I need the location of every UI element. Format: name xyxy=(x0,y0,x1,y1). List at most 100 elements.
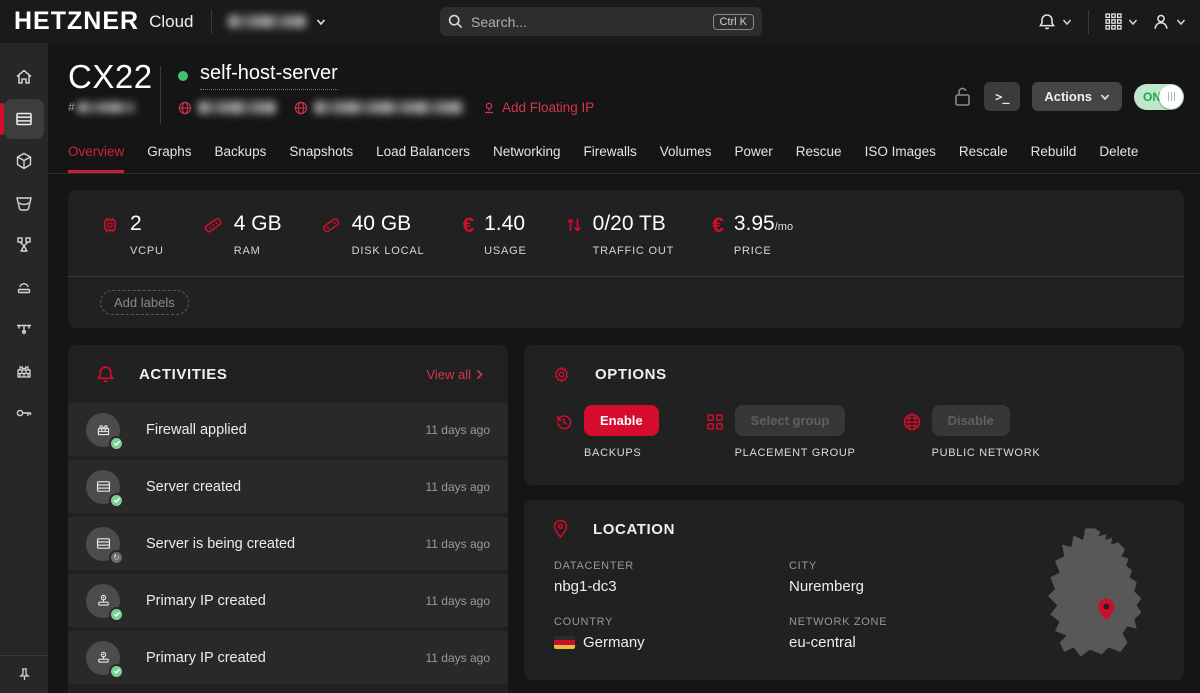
project-selector[interactable] xyxy=(228,15,326,28)
search-input[interactable]: Search... Ctrl K xyxy=(440,7,762,36)
globe-icon xyxy=(902,412,922,432)
search-icon xyxy=(448,14,463,29)
select-placement-group-button[interactable]: Select group xyxy=(735,405,846,436)
tab-rebuild[interactable]: Rebuild xyxy=(1031,144,1077,173)
activity-row[interactable]: Server created 11 days ago xyxy=(68,460,508,513)
sidebar-item-volumes[interactable] xyxy=(4,141,44,181)
activity-row[interactable]: Primary IP created 11 days ago xyxy=(68,631,508,684)
sidebar-item-load-balancers[interactable] xyxy=(4,225,44,265)
divider xyxy=(1088,10,1089,34)
activity-time: 11 days ago xyxy=(426,537,491,551)
tab-firewalls[interactable]: Firewalls xyxy=(583,144,636,173)
ipv6-address[interactable] xyxy=(294,101,464,115)
hetzner-cloud-console: HETZNER Cloud Search... Ctrl K xyxy=(0,0,1200,693)
sidebar-item-firewalls[interactable] xyxy=(4,351,44,391)
sidebar-item-security[interactable] xyxy=(4,393,44,433)
location-title: LOCATION xyxy=(593,521,675,538)
tab-delete[interactable]: Delete xyxy=(1099,144,1138,173)
tab-rescue[interactable]: Rescue xyxy=(796,144,842,173)
add-floating-ip-label: Add Floating IP xyxy=(502,100,594,115)
activity-time: 11 days ago xyxy=(426,480,491,494)
ipv4-address[interactable] xyxy=(178,101,276,115)
load-balancers-icon xyxy=(14,235,34,255)
option-backups: Enable BACKUPS xyxy=(554,405,659,459)
activity-row[interactable]: Firewall applied 11 days ago xyxy=(68,403,508,456)
chevron-down-icon xyxy=(1176,17,1186,27)
server-id-redacted xyxy=(77,102,135,113)
option-public-network: Disable PUBLIC NETWORK xyxy=(902,405,1041,459)
option-placement-group: Select group PLACEMENT GROUP xyxy=(705,405,856,459)
account-menu[interactable] xyxy=(1152,13,1186,31)
chevron-down-icon xyxy=(1062,17,1072,27)
actions-button[interactable]: Actions xyxy=(1032,82,1122,111)
topbar: HETZNER Cloud Search... Ctrl K xyxy=(0,0,1200,43)
sidebar-item-floating-ips[interactable] xyxy=(4,267,44,307)
tab-iso-images[interactable]: ISO Images xyxy=(865,144,936,173)
germany-flag-icon xyxy=(554,636,575,649)
activity-row[interactable]: Primary IP created 11 days ago xyxy=(68,574,508,627)
tab-volumes[interactable]: Volumes xyxy=(660,144,712,173)
add-floating-ip-link[interactable]: Add Floating IP xyxy=(482,100,594,115)
activity-row[interactable]: ↻ Server is being created 11 days ago xyxy=(68,517,508,570)
search-shortcut-badge: Ctrl K xyxy=(713,14,755,30)
add-labels-button[interactable]: Add labels xyxy=(100,290,189,315)
server-id: # xyxy=(68,100,153,114)
console-button[interactable]: >_ xyxy=(984,82,1020,111)
primary-ip-icon xyxy=(95,592,112,609)
stat-suffix: /mo xyxy=(775,221,793,233)
stat-value: 3.95 xyxy=(734,212,775,235)
notifications-menu[interactable] xyxy=(1038,13,1072,31)
euro-icon: € xyxy=(712,215,724,257)
lock-unlocked-icon[interactable] xyxy=(953,86,972,108)
sidebar-pin-toggle[interactable] xyxy=(0,655,48,693)
activity-avatar: ↻ xyxy=(86,527,120,561)
tab-networking[interactable]: Networking xyxy=(493,144,561,173)
field-label: DATACENTER xyxy=(554,560,789,572)
tab-load-balancers[interactable]: Load Balancers xyxy=(376,144,470,173)
activity-avatar xyxy=(86,641,120,675)
apps-menu[interactable] xyxy=(1105,13,1138,30)
hetzner-logo[interactable]: HETZNER xyxy=(14,7,139,36)
activity-avatar xyxy=(86,413,120,447)
sidebar-item-servers[interactable] xyxy=(4,99,44,139)
server-name[interactable]: self-host-server xyxy=(200,62,338,90)
globe-icon xyxy=(178,101,192,115)
search-placeholder: Search... xyxy=(471,14,713,30)
chevron-right-icon xyxy=(475,369,484,380)
field-value: nbg1-dc3 xyxy=(554,578,789,595)
sidebar-item-home[interactable] xyxy=(4,57,44,97)
field-network-zone: NETWORK ZONE eu-central xyxy=(789,616,1024,651)
sidebar-item-storage-buckets[interactable] xyxy=(4,183,44,223)
cloud-label: Cloud xyxy=(149,12,193,32)
tab-power[interactable]: Power xyxy=(735,144,773,173)
options-panel: OPTIONS Enable BACKUPS Select group PLAC… xyxy=(524,345,1184,485)
activity-title: Firewall applied xyxy=(146,422,247,438)
tab-overview[interactable]: Overview xyxy=(68,144,124,173)
primary-ip-icon xyxy=(95,649,112,666)
activity-avatar xyxy=(86,470,120,504)
globe-icon xyxy=(294,101,308,115)
ram-icon xyxy=(202,215,224,235)
activity-time: 11 days ago xyxy=(426,594,491,608)
location-pin-icon xyxy=(552,519,569,539)
stat-label: DISK LOCAL xyxy=(352,245,425,257)
field-label: COUNTRY xyxy=(554,616,789,628)
activity-title: Primary IP created xyxy=(146,650,266,666)
view-all-label: View all xyxy=(426,367,471,382)
disable-public-network-button[interactable]: Disable xyxy=(932,405,1010,436)
servers-icon xyxy=(14,109,34,129)
power-toggle[interactable]: ON xyxy=(1134,84,1184,110)
server-icon xyxy=(95,478,112,495)
tab-backups[interactable]: Backups xyxy=(215,144,267,173)
tab-snapshots[interactable]: Snapshots xyxy=(289,144,353,173)
view-all-link[interactable]: View all xyxy=(426,367,484,382)
sidebar-item-networks[interactable] xyxy=(4,309,44,349)
home-icon xyxy=(14,67,34,87)
success-badge xyxy=(109,493,124,508)
tab-graphs[interactable]: Graphs xyxy=(147,144,191,173)
activity-time: 11 days ago xyxy=(426,423,491,437)
tab-rescale[interactable]: Rescale xyxy=(959,144,1008,173)
enable-backups-button[interactable]: Enable xyxy=(584,405,659,436)
field-value: eu-central xyxy=(789,634,1024,651)
add-floating-ip-icon xyxy=(482,101,496,115)
